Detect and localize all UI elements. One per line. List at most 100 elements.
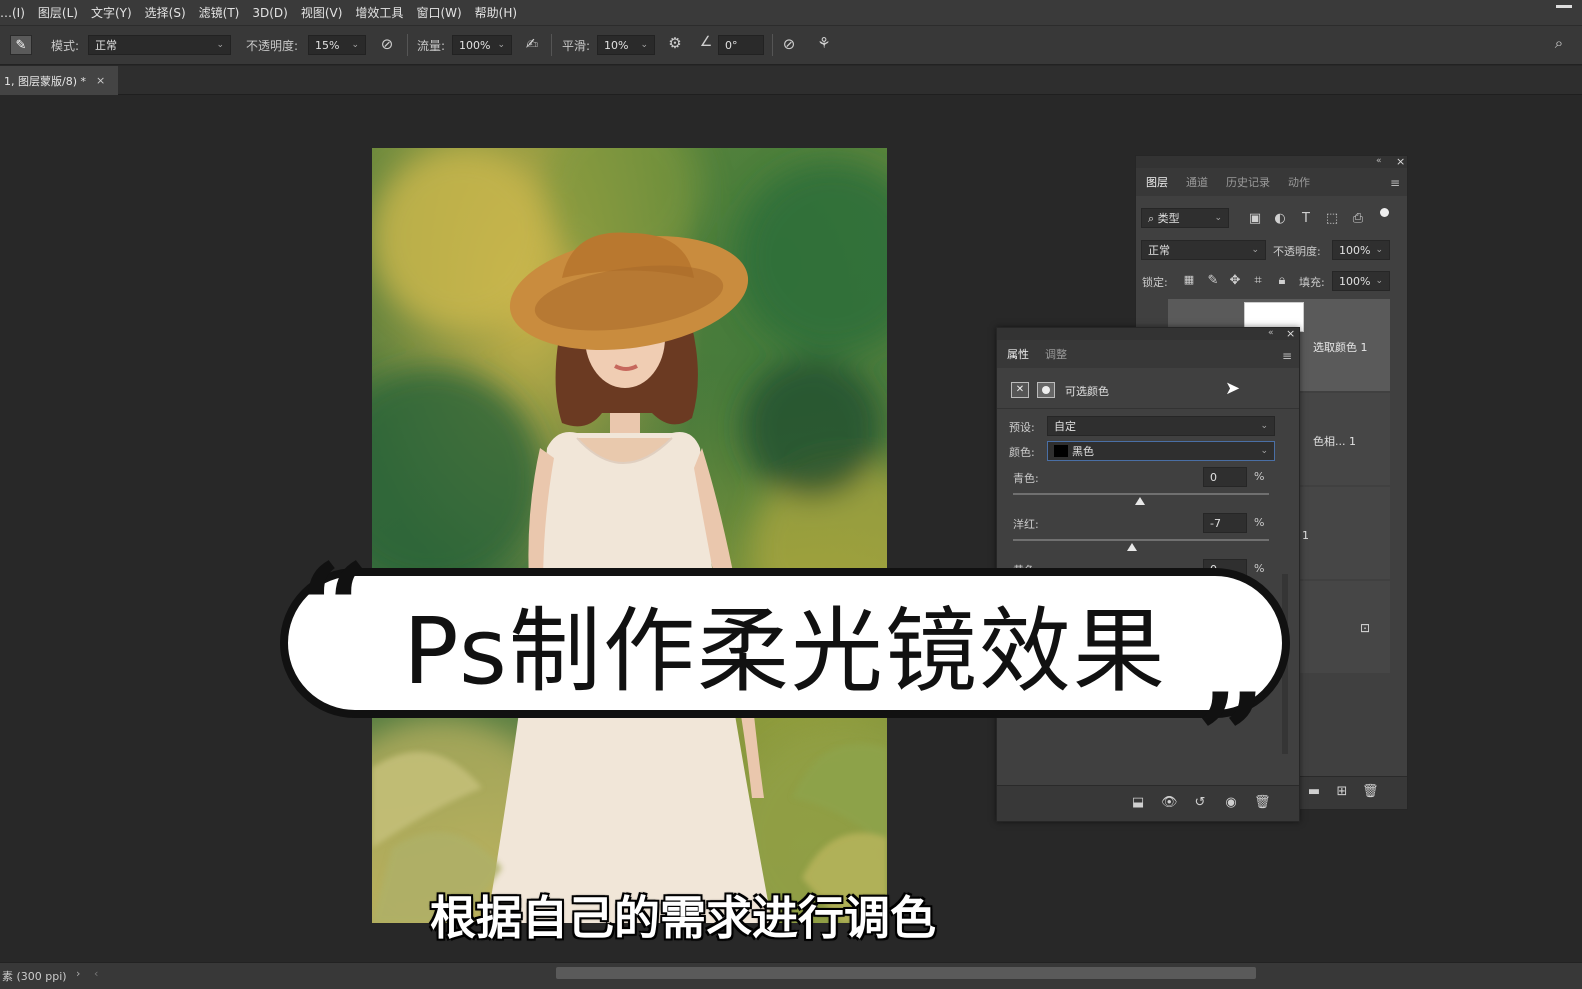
smart-object-filter-icon[interactable]: ⎙ (1350, 211, 1366, 226)
chevron-down-icon: ⌄ (351, 40, 359, 50)
photo-illustration (372, 148, 887, 923)
pressure-size-icon[interactable]: ⊘ (779, 35, 799, 53)
symmetry-icon[interactable]: ⚘ (813, 34, 835, 52)
color-swatch (1054, 445, 1068, 457)
chevron-down-icon: ⌄ (1260, 421, 1268, 431)
slider-value-magenta[interactable]: -7 (1203, 513, 1247, 533)
tab-layers[interactable]: 图层 (1146, 174, 1168, 190)
chevron-down-icon: ⌄ (497, 40, 505, 50)
slider-value-cyan[interactable]: 0 (1203, 467, 1247, 487)
layer-opacity-field[interactable]: 100% ⌄ (1332, 240, 1390, 260)
fill-field[interactable]: 100% ⌄ (1332, 271, 1390, 291)
tab-channels[interactable]: 通道 (1186, 174, 1208, 190)
preset-value: 自定 (1054, 420, 1076, 433)
search-icon: ⌕ (1148, 212, 1155, 225)
gear-icon[interactable]: ⚙ (665, 34, 685, 52)
status-text: 素 (300 ppi) (2, 970, 67, 983)
opacity-value: 15% (315, 38, 340, 52)
menu-view[interactable]: 视图(V) (301, 4, 343, 21)
divider (772, 34, 773, 56)
minimize-icon[interactable] (1556, 5, 1572, 8)
flow-field[interactable]: 100% ⌄ (452, 35, 512, 55)
new-layer-icon[interactable]: ⊞ (1334, 784, 1350, 799)
airbrush-icon[interactable]: ✍ (521, 35, 543, 53)
slider-thumb-magenta[interactable] (1127, 543, 1137, 551)
adjustment-layer-icon[interactable]: ✕ (1011, 382, 1029, 398)
slider-track-cyan[interactable] (1013, 493, 1269, 495)
new-group-icon[interactable]: ▬ (1306, 784, 1322, 799)
trash-icon[interactable]: 🗑︎ (1362, 784, 1379, 799)
close-icon[interactable]: × (96, 74, 105, 87)
chevron-down-icon: ⌄ (1375, 245, 1383, 255)
lock-paint-icon[interactable]: ✎ (1205, 273, 1221, 288)
shape-filter-icon[interactable]: ⬚ (1324, 211, 1340, 226)
angle-field[interactable]: 0° (718, 35, 764, 55)
adjustment-filter-icon[interactable]: ◐ (1272, 211, 1288, 226)
tab-actions[interactable]: 动作 (1288, 174, 1310, 190)
smoothing-field[interactable]: 10% ⌄ (597, 35, 655, 55)
opacity-field[interactable]: 15% ⌄ (308, 35, 366, 55)
mask-icon[interactable] (1037, 382, 1055, 398)
preset-select[interactable]: 自定 ⌄ (1047, 416, 1275, 436)
mode-select[interactable]: 正常 ⌄ (88, 35, 231, 55)
collapse-icon[interactable]: « (1268, 328, 1274, 338)
horizontal-scrollbar[interactable] (556, 967, 1256, 979)
menu-window[interactable]: 窗口(W) (416, 4, 461, 21)
close-quote: ” (1196, 667, 1266, 808)
document-tab[interactable]: 1, 图层蒙版/8) * × (0, 66, 118, 95)
menu-type[interactable]: 文字(Y) (91, 4, 132, 21)
color-value: 黑色 (1072, 445, 1094, 458)
view-previous-icon[interactable]: 👁︎ (1161, 795, 1178, 810)
filter-toggle-icon[interactable] (1380, 208, 1389, 217)
tab-properties[interactable]: 属性 (1007, 346, 1029, 362)
pixel-filter-icon[interactable]: ▣ (1247, 211, 1263, 226)
chevron-right-icon[interactable]: › (76, 967, 80, 980)
layer-filter-select[interactable]: ⌕ 类型 ⌄ (1141, 208, 1229, 228)
preset-label: 预设: (1009, 421, 1035, 434)
blend-mode-value: 正常 (1148, 244, 1170, 257)
divider (997, 408, 1299, 409)
percent-unit: % (1254, 516, 1265, 529)
layer-opacity-value: 100% (1339, 243, 1371, 257)
layer-name: 色相... 1 (1313, 435, 1356, 448)
collapse-icon[interactable]: « (1376, 156, 1382, 166)
lock-pixels-icon[interactable]: ▦ (1181, 273, 1197, 286)
document-tab-bar (0, 66, 1582, 95)
menu-select[interactable]: 选择(S) (145, 4, 186, 21)
close-panel-icon[interactable]: × (1286, 327, 1295, 340)
lock-position-icon[interactable]: ✥ (1227, 273, 1243, 288)
slider-label-magenta: 洋红: (1013, 518, 1039, 531)
panel-header-strip (997, 328, 1299, 340)
menu-layer[interactable]: 图层(L) (38, 4, 78, 21)
menu-3d[interactable]: 3D(D) (252, 6, 287, 20)
tab-adjustments[interactable]: 调整 (1045, 346, 1067, 362)
blend-mode-select[interactable]: 正常 ⌄ (1141, 240, 1266, 260)
brush-preset-icon[interactable]: ✎ (10, 35, 32, 55)
color-select[interactable]: 黑色 ⌄ (1047, 441, 1275, 461)
clip-to-layer-icon[interactable]: ⬓ (1130, 795, 1146, 810)
close-panel-icon[interactable]: × (1396, 155, 1405, 168)
pressure-opacity-icon[interactable]: ⊘ (377, 35, 397, 53)
fill-value: 100% (1339, 274, 1371, 288)
canvas-photo[interactable] (372, 148, 887, 923)
smoothing-value: 10% (604, 38, 629, 52)
flow-label: 流量: (417, 39, 446, 53)
layer-filter-value: 类型 (1157, 212, 1180, 225)
options-bar: ✎ 模式: 正常 ⌄ 不透明度: 15% ⌄ ⊘ 流量: 100% ⌄ ✍ 平滑: 1… (0, 25, 1582, 65)
panel-header-strip (1136, 156, 1407, 168)
lock-all-icon[interactable]: 🔒︎ (1274, 273, 1290, 288)
tab-history[interactable]: 历史记录 (1226, 174, 1270, 190)
chevron-left-icon[interactable]: ‹ (94, 967, 98, 980)
menu-help[interactable]: 帮助(H) (475, 4, 517, 21)
layer-name: 选取颜色 1 (1313, 341, 1368, 354)
menu-filter[interactable]: 滤镜(T) (199, 4, 240, 21)
lock-artboard-icon[interactable]: ⌗ (1250, 273, 1266, 288)
panel-menu-icon[interactable]: ≡ (1390, 176, 1400, 190)
search-icon[interactable]: ⌕ (1549, 34, 1569, 52)
slider-track-magenta[interactable] (1013, 539, 1269, 541)
slider-thumb-cyan[interactable] (1135, 497, 1145, 505)
menu-plugins[interactable]: 增效工具 (355, 4, 403, 21)
panel-menu-icon[interactable]: ≡ (1282, 349, 1292, 363)
type-filter-icon[interactable]: T (1298, 211, 1314, 226)
menu-image[interactable]: …(I) (0, 6, 25, 20)
